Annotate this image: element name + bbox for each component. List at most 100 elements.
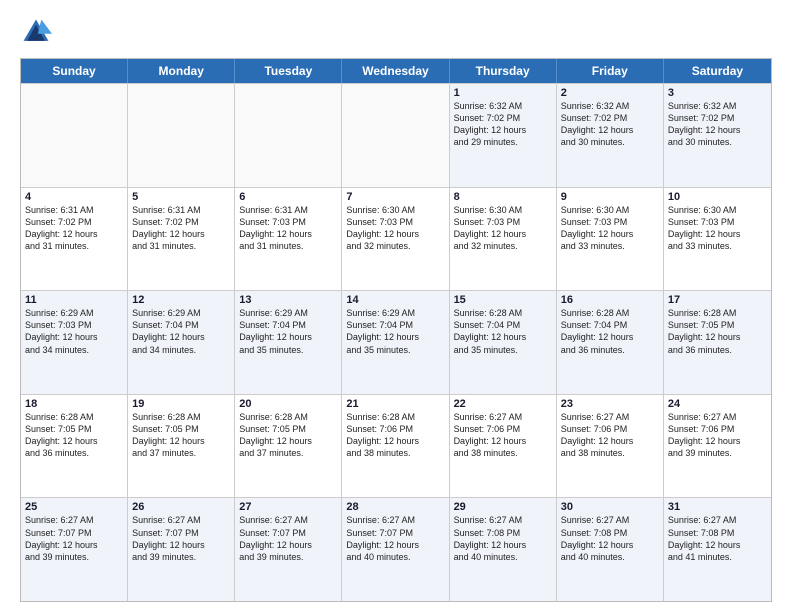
cal-header-day: Saturday [664, 59, 771, 83]
day-number: 23 [561, 398, 659, 410]
cal-cell: 10Sunrise: 6:30 AM Sunset: 7:03 PM Dayli… [664, 188, 771, 291]
cal-cell: 13Sunrise: 6:29 AM Sunset: 7:04 PM Dayli… [235, 291, 342, 394]
page: SundayMondayTuesdayWednesdayThursdayFrid… [0, 0, 792, 612]
cal-cell: 5Sunrise: 6:31 AM Sunset: 7:02 PM Daylig… [128, 188, 235, 291]
day-number: 28 [346, 501, 444, 513]
cal-cell: 19Sunrise: 6:28 AM Sunset: 7:05 PM Dayli… [128, 395, 235, 498]
day-number: 4 [25, 191, 123, 203]
cell-text: Sunrise: 6:29 AM Sunset: 7:03 PM Dayligh… [25, 307, 123, 356]
calendar-header: SundayMondayTuesdayWednesdayThursdayFrid… [21, 59, 771, 83]
cell-text: Sunrise: 6:28 AM Sunset: 7:04 PM Dayligh… [454, 307, 552, 356]
day-number: 13 [239, 294, 337, 306]
cal-cell: 24Sunrise: 6:27 AM Sunset: 7:06 PM Dayli… [664, 395, 771, 498]
cal-cell [128, 84, 235, 187]
cell-text: Sunrise: 6:27 AM Sunset: 7:07 PM Dayligh… [25, 514, 123, 563]
cal-cell: 29Sunrise: 6:27 AM Sunset: 7:08 PM Dayli… [450, 498, 557, 601]
cell-text: Sunrise: 6:28 AM Sunset: 7:05 PM Dayligh… [25, 411, 123, 460]
cal-header-day: Monday [128, 59, 235, 83]
cell-text: Sunrise: 6:32 AM Sunset: 7:02 PM Dayligh… [561, 100, 659, 149]
cal-cell: 3Sunrise: 6:32 AM Sunset: 7:02 PM Daylig… [664, 84, 771, 187]
cal-cell: 8Sunrise: 6:30 AM Sunset: 7:03 PM Daylig… [450, 188, 557, 291]
cell-text: Sunrise: 6:28 AM Sunset: 7:05 PM Dayligh… [132, 411, 230, 460]
day-number: 22 [454, 398, 552, 410]
cal-header-day: Friday [557, 59, 664, 83]
day-number: 21 [346, 398, 444, 410]
cell-text: Sunrise: 6:27 AM Sunset: 7:07 PM Dayligh… [239, 514, 337, 563]
cell-text: Sunrise: 6:28 AM Sunset: 7:06 PM Dayligh… [346, 411, 444, 460]
cell-text: Sunrise: 6:27 AM Sunset: 7:06 PM Dayligh… [454, 411, 552, 460]
day-number: 3 [668, 87, 767, 99]
cell-text: Sunrise: 6:31 AM Sunset: 7:03 PM Dayligh… [239, 204, 337, 253]
cal-cell: 9Sunrise: 6:30 AM Sunset: 7:03 PM Daylig… [557, 188, 664, 291]
cal-cell: 21Sunrise: 6:28 AM Sunset: 7:06 PM Dayli… [342, 395, 449, 498]
cal-cell [21, 84, 128, 187]
cell-text: Sunrise: 6:30 AM Sunset: 7:03 PM Dayligh… [561, 204, 659, 253]
cal-cell: 6Sunrise: 6:31 AM Sunset: 7:03 PM Daylig… [235, 188, 342, 291]
cal-header-day: Tuesday [235, 59, 342, 83]
day-number: 9 [561, 191, 659, 203]
cal-cell: 20Sunrise: 6:28 AM Sunset: 7:05 PM Dayli… [235, 395, 342, 498]
cal-cell: 4Sunrise: 6:31 AM Sunset: 7:02 PM Daylig… [21, 188, 128, 291]
day-number: 5 [132, 191, 230, 203]
cal-cell [235, 84, 342, 187]
day-number: 30 [561, 501, 659, 513]
cal-cell: 23Sunrise: 6:27 AM Sunset: 7:06 PM Dayli… [557, 395, 664, 498]
cell-text: Sunrise: 6:32 AM Sunset: 7:02 PM Dayligh… [668, 100, 767, 149]
cal-cell: 14Sunrise: 6:29 AM Sunset: 7:04 PM Dayli… [342, 291, 449, 394]
cal-cell: 28Sunrise: 6:27 AM Sunset: 7:07 PM Dayli… [342, 498, 449, 601]
cal-cell [342, 84, 449, 187]
cal-cell: 30Sunrise: 6:27 AM Sunset: 7:08 PM Dayli… [557, 498, 664, 601]
cal-header-day: Wednesday [342, 59, 449, 83]
cell-text: Sunrise: 6:29 AM Sunset: 7:04 PM Dayligh… [346, 307, 444, 356]
cal-week: 11Sunrise: 6:29 AM Sunset: 7:03 PM Dayli… [21, 290, 771, 394]
cal-cell: 17Sunrise: 6:28 AM Sunset: 7:05 PM Dayli… [664, 291, 771, 394]
day-number: 7 [346, 191, 444, 203]
cal-week: 1Sunrise: 6:32 AM Sunset: 7:02 PM Daylig… [21, 83, 771, 187]
cal-cell: 31Sunrise: 6:27 AM Sunset: 7:08 PM Dayli… [664, 498, 771, 601]
cell-text: Sunrise: 6:31 AM Sunset: 7:02 PM Dayligh… [132, 204, 230, 253]
day-number: 20 [239, 398, 337, 410]
day-number: 19 [132, 398, 230, 410]
day-number: 16 [561, 294, 659, 306]
day-number: 29 [454, 501, 552, 513]
day-number: 14 [346, 294, 444, 306]
cell-text: Sunrise: 6:27 AM Sunset: 7:08 PM Dayligh… [454, 514, 552, 563]
day-number: 6 [239, 191, 337, 203]
cal-cell: 25Sunrise: 6:27 AM Sunset: 7:07 PM Dayli… [21, 498, 128, 601]
day-number: 10 [668, 191, 767, 203]
cal-week: 18Sunrise: 6:28 AM Sunset: 7:05 PM Dayli… [21, 394, 771, 498]
day-number: 17 [668, 294, 767, 306]
cell-text: Sunrise: 6:27 AM Sunset: 7:07 PM Dayligh… [346, 514, 444, 563]
cal-cell: 12Sunrise: 6:29 AM Sunset: 7:04 PM Dayli… [128, 291, 235, 394]
day-number: 18 [25, 398, 123, 410]
cell-text: Sunrise: 6:30 AM Sunset: 7:03 PM Dayligh… [346, 204, 444, 253]
day-number: 8 [454, 191, 552, 203]
cal-cell: 18Sunrise: 6:28 AM Sunset: 7:05 PM Dayli… [21, 395, 128, 498]
day-number: 25 [25, 501, 123, 513]
cal-cell: 1Sunrise: 6:32 AM Sunset: 7:02 PM Daylig… [450, 84, 557, 187]
header [20, 16, 772, 48]
day-number: 12 [132, 294, 230, 306]
cal-header-day: Thursday [450, 59, 557, 83]
calendar-body: 1Sunrise: 6:32 AM Sunset: 7:02 PM Daylig… [21, 83, 771, 601]
cell-text: Sunrise: 6:27 AM Sunset: 7:06 PM Dayligh… [668, 411, 767, 460]
cell-text: Sunrise: 6:29 AM Sunset: 7:04 PM Dayligh… [239, 307, 337, 356]
cell-text: Sunrise: 6:30 AM Sunset: 7:03 PM Dayligh… [454, 204, 552, 253]
cell-text: Sunrise: 6:27 AM Sunset: 7:06 PM Dayligh… [561, 411, 659, 460]
cell-text: Sunrise: 6:32 AM Sunset: 7:02 PM Dayligh… [454, 100, 552, 149]
day-number: 1 [454, 87, 552, 99]
cell-text: Sunrise: 6:28 AM Sunset: 7:04 PM Dayligh… [561, 307, 659, 356]
day-number: 2 [561, 87, 659, 99]
day-number: 15 [454, 294, 552, 306]
logo-icon [20, 16, 52, 48]
cal-header-day: Sunday [21, 59, 128, 83]
day-number: 24 [668, 398, 767, 410]
cell-text: Sunrise: 6:31 AM Sunset: 7:02 PM Dayligh… [25, 204, 123, 253]
cal-cell: 16Sunrise: 6:28 AM Sunset: 7:04 PM Dayli… [557, 291, 664, 394]
cal-cell: 22Sunrise: 6:27 AM Sunset: 7:06 PM Dayli… [450, 395, 557, 498]
day-number: 26 [132, 501, 230, 513]
logo [20, 16, 56, 48]
cal-cell: 26Sunrise: 6:27 AM Sunset: 7:07 PM Dayli… [128, 498, 235, 601]
cal-cell: 15Sunrise: 6:28 AM Sunset: 7:04 PM Dayli… [450, 291, 557, 394]
cal-week: 25Sunrise: 6:27 AM Sunset: 7:07 PM Dayli… [21, 497, 771, 601]
